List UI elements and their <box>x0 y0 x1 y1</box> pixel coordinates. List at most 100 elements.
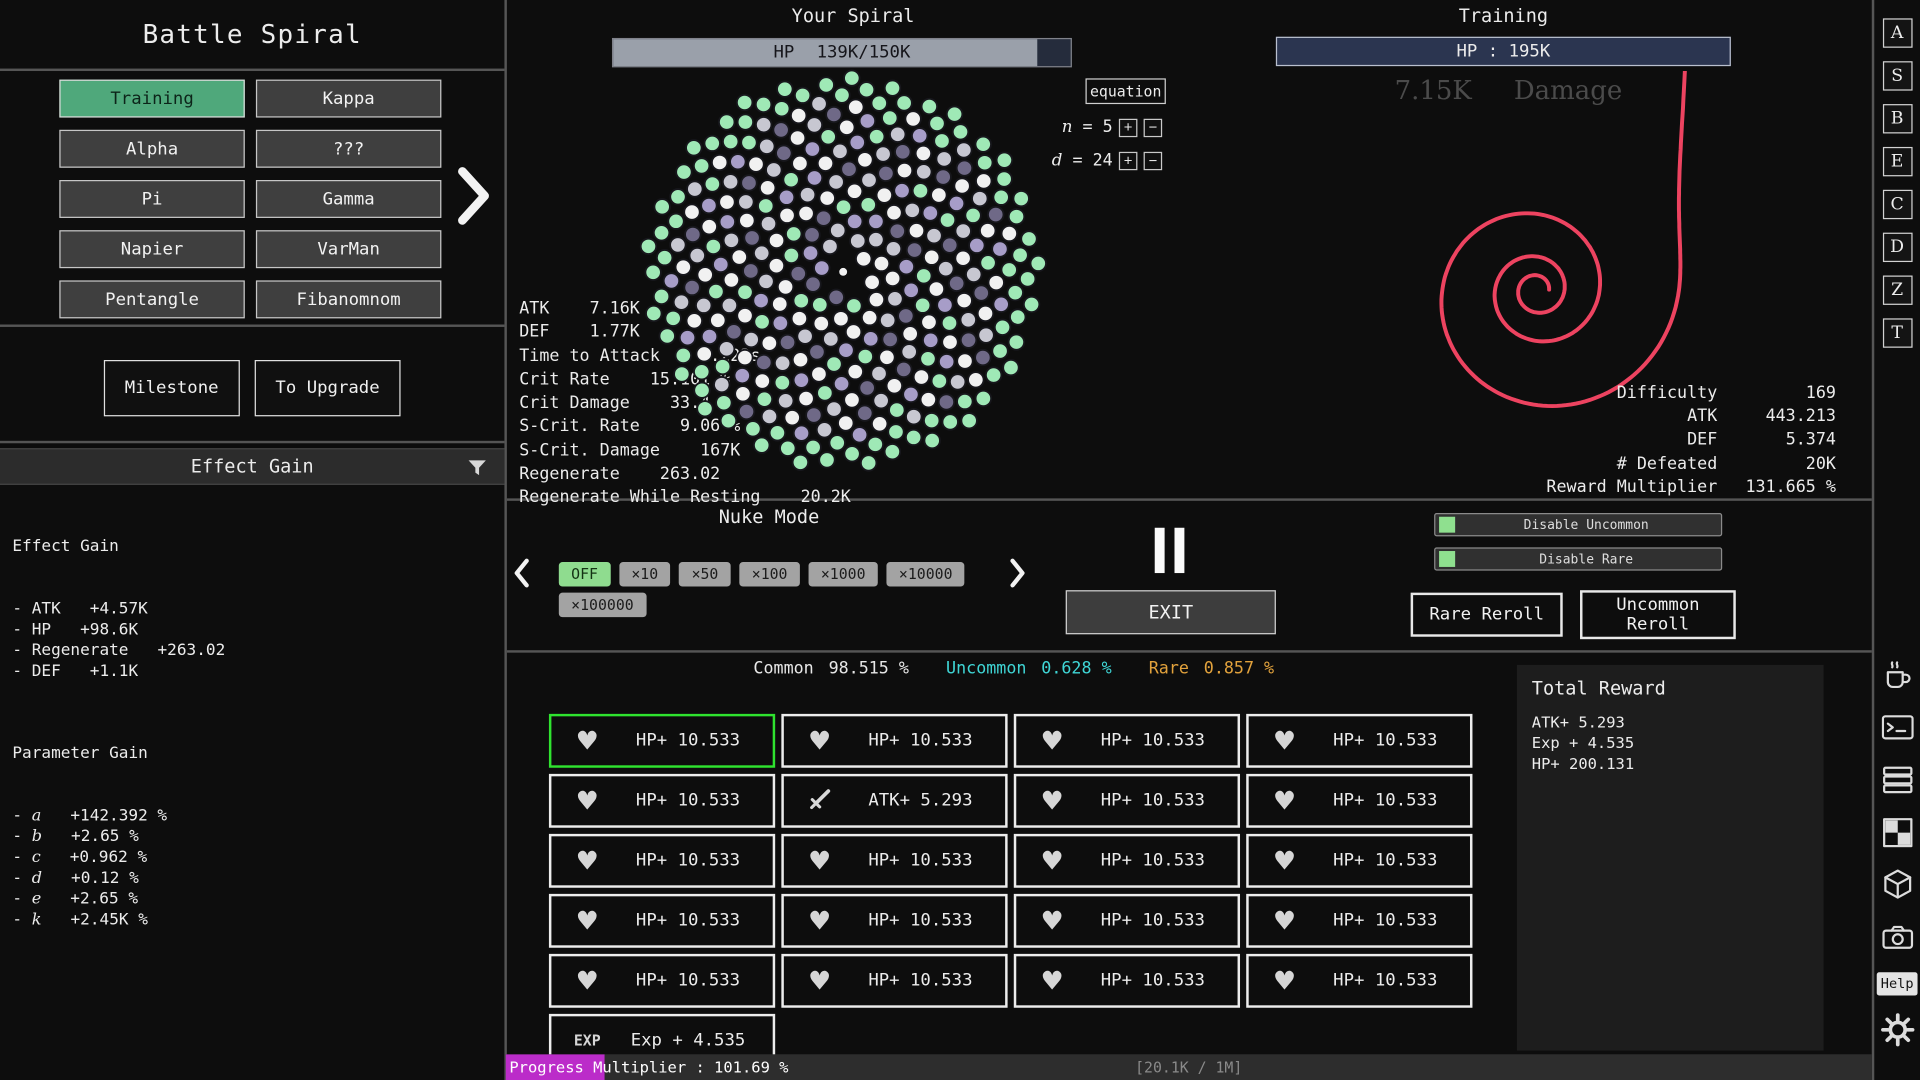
reward-card-hp[interactable]: ♥HP+ 10.533 <box>1014 954 1240 1008</box>
spiral-tab-gamma[interactable]: Gamma <box>256 180 441 218</box>
heart-icon: ♥ <box>551 788 623 814</box>
reward-card-hp[interactable]: ♥HP+ 10.533 <box>549 894 775 948</box>
coffee-icon[interactable] <box>1879 656 1916 693</box>
utility-icon-rail: Help <box>1874 656 1920 1048</box>
camera-icon[interactable] <box>1879 920 1916 957</box>
milestone-button[interactable]: Milestone <box>104 360 240 416</box>
spiral-tab-training[interactable]: Training <box>59 80 244 118</box>
reward-card-label: HP+ 10.533 <box>856 971 1006 991</box>
reward-card-label: HP+ 10.533 <box>1088 791 1238 811</box>
reward-card-hp[interactable]: ♥HP+ 10.533 <box>1014 834 1240 888</box>
terminal-icon[interactable] <box>1879 709 1916 746</box>
enemy-stat-line: Difficulty169 <box>1521 382 1836 406</box>
dither-icon[interactable] <box>1879 814 1916 851</box>
reward-card-label: HP+ 10.533 <box>856 731 1006 751</box>
stat-value: 131.665 % <box>1730 476 1836 500</box>
equation-button[interactable]: equation <box>1085 78 1165 104</box>
parameter-gain-lines: - a +142.392 %- b +2.65 %- c +0.962 %- d… <box>12 806 497 931</box>
hotkey-button-z[interactable]: Z <box>1882 276 1912 305</box>
n-increase-button[interactable]: + <box>1119 118 1138 136</box>
reward-card-hp[interactable]: ♥HP+ 10.533 <box>549 774 775 828</box>
stat-label: # Defeated <box>1617 453 1717 477</box>
effect-gain-subtitle: Effect Gain <box>12 536 497 557</box>
hotkey-button-s[interactable]: S <box>1882 61 1912 90</box>
reward-card-hp[interactable]: ♥HP+ 10.533 <box>1246 834 1472 888</box>
sidebar-section-divider <box>0 324 504 326</box>
reward-card-hp[interactable]: ♥HP+ 10.533 <box>781 714 1007 768</box>
reward-card-hp[interactable]: ♥HP+ 10.533 <box>1014 774 1240 828</box>
nuke-option-10000[interactable]: ×10000 <box>887 562 965 586</box>
sidebar-divider <box>504 0 506 1080</box>
cube-icon[interactable] <box>1879 867 1916 904</box>
hotkey-button-b[interactable]: B <box>1882 104 1912 133</box>
nuke-option-50[interactable]: ×50 <box>679 562 731 586</box>
d-increase-button[interactable]: + <box>1119 151 1138 169</box>
reward-card-hp[interactable]: ♥HP+ 10.533 <box>1014 894 1240 948</box>
reward-card-hp[interactable]: ♥HP+ 10.533 <box>781 834 1007 888</box>
player-stat-line: Regenerate 263.02 <box>519 463 851 487</box>
hotkey-button-t[interactable]: T <box>1882 318 1912 347</box>
hotkey-button-d[interactable]: D <box>1882 233 1912 262</box>
toggle-disable-uncommon[interactable]: Disable Uncommon <box>1434 513 1722 536</box>
hotkey-button-c[interactable]: C <box>1882 190 1912 219</box>
spiral-tab-pentangle[interactable]: Pentangle <box>59 280 244 318</box>
toggle-disable-rare[interactable]: Disable Rare <box>1434 547 1722 570</box>
heart-icon: ♥ <box>784 968 856 994</box>
nuke-options-row-1: OFF ×10 ×50 ×100 ×1000 ×10000 <box>559 562 965 586</box>
player-hp-value: 139K/150K <box>817 43 911 63</box>
spiral-tab-alpha[interactable]: Alpha <box>59 130 244 168</box>
heart-icon: ♥ <box>1249 848 1321 874</box>
gear-icon[interactable] <box>1879 1011 1916 1048</box>
spiral-tab-varman[interactable]: VarMan <box>256 230 441 268</box>
sidebar-title-divider <box>0 69 504 71</box>
help-button[interactable]: Help <box>1877 972 1918 995</box>
heart-icon: ♥ <box>551 968 623 994</box>
spiral-tab-pi[interactable]: Pi <box>59 180 244 218</box>
enemy-stat-line: DEF5.374 <box>1521 429 1836 453</box>
toggle-checkbox-icon <box>1439 551 1455 567</box>
nuke-next-chevron-icon[interactable] <box>1008 557 1028 589</box>
spiral-tab-fibanomnom[interactable]: Fibanomnom <box>256 280 441 318</box>
reward-card-hp[interactable]: ♥HP+ 10.533 <box>781 954 1007 1008</box>
pause-icon[interactable] <box>1155 528 1185 573</box>
nuke-prev-chevron-icon[interactable] <box>512 557 532 589</box>
param-label: d = 24 <box>1052 151 1113 171</box>
filter-icon[interactable] <box>467 459 487 476</box>
effect-gain-line: - ATK +4.57K <box>12 599 497 620</box>
rare-reroll-button[interactable]: Rare Reroll <box>1411 593 1563 637</box>
next-page-chevron-icon[interactable] <box>455 164 492 233</box>
exit-button[interactable]: EXIT <box>1066 590 1276 634</box>
uncommon-reroll-button[interactable]: Uncommon Reroll <box>1580 590 1736 639</box>
reward-card-atk[interactable]: ATK+ 5.293 <box>781 774 1007 828</box>
reward-card-hp[interactable]: ♥HP+ 10.533 <box>1246 894 1472 948</box>
stat-value: 169 <box>1730 382 1836 406</box>
archive-icon[interactable] <box>1879 762 1916 799</box>
reward-cards-grid: ♥HP+ 10.533♥HP+ 10.533♥HP+ 10.533♥HP+ 10… <box>549 714 1473 1068</box>
reward-card-label: HP+ 10.533 <box>623 971 773 991</box>
reward-card-hp[interactable]: ♥HP+ 10.533 <box>1246 954 1472 1008</box>
hotkey-button-a[interactable]: A <box>1882 18 1912 47</box>
reward-card-hp[interactable]: ♥HP+ 10.533 <box>1014 714 1240 768</box>
n-decrease-button[interactable]: − <box>1144 118 1163 136</box>
nuke-option-10[interactable]: ×10 <box>619 562 671 586</box>
reward-card-hp[interactable]: ♥HP+ 10.533 <box>781 894 1007 948</box>
spiral-tab-napier[interactable]: Napier <box>59 230 244 268</box>
stat-label: Reward Multiplier <box>1546 476 1717 500</box>
reward-card-hp[interactable]: ♥HP+ 10.533 <box>1246 714 1472 768</box>
nuke-option-1000[interactable]: ×1000 <box>809 562 878 586</box>
d-decrease-button[interactable]: − <box>1144 151 1163 169</box>
effect-gain-lines: - ATK +4.57K- HP +98.6K- Regenerate +263… <box>12 599 497 682</box>
to-upgrade-button[interactable]: To Upgrade <box>254 360 400 416</box>
nuke-option-100[interactable]: ×100 <box>739 562 799 586</box>
reward-card-hp[interactable]: ♥HP+ 10.533 <box>1246 774 1472 828</box>
effect-gain-line: - HP +98.6K <box>12 620 497 641</box>
nuke-option-100000[interactable]: ×100000 <box>559 593 646 617</box>
reward-card-hp[interactable]: ♥HP+ 10.533 <box>549 714 775 768</box>
reward-card-hp[interactable]: ♥HP+ 10.533 <box>549 954 775 1008</box>
nuke-option-off[interactable]: OFF <box>559 562 611 586</box>
hotkey-button-e[interactable]: E <box>1882 147 1912 176</box>
spiral-tab-unknown[interactable]: ??? <box>256 130 441 168</box>
reward-card-hp[interactable]: ♥HP+ 10.533 <box>549 834 775 888</box>
exp-icon: EXP <box>551 1033 623 1048</box>
spiral-tab-kappa[interactable]: Kappa <box>256 80 441 118</box>
